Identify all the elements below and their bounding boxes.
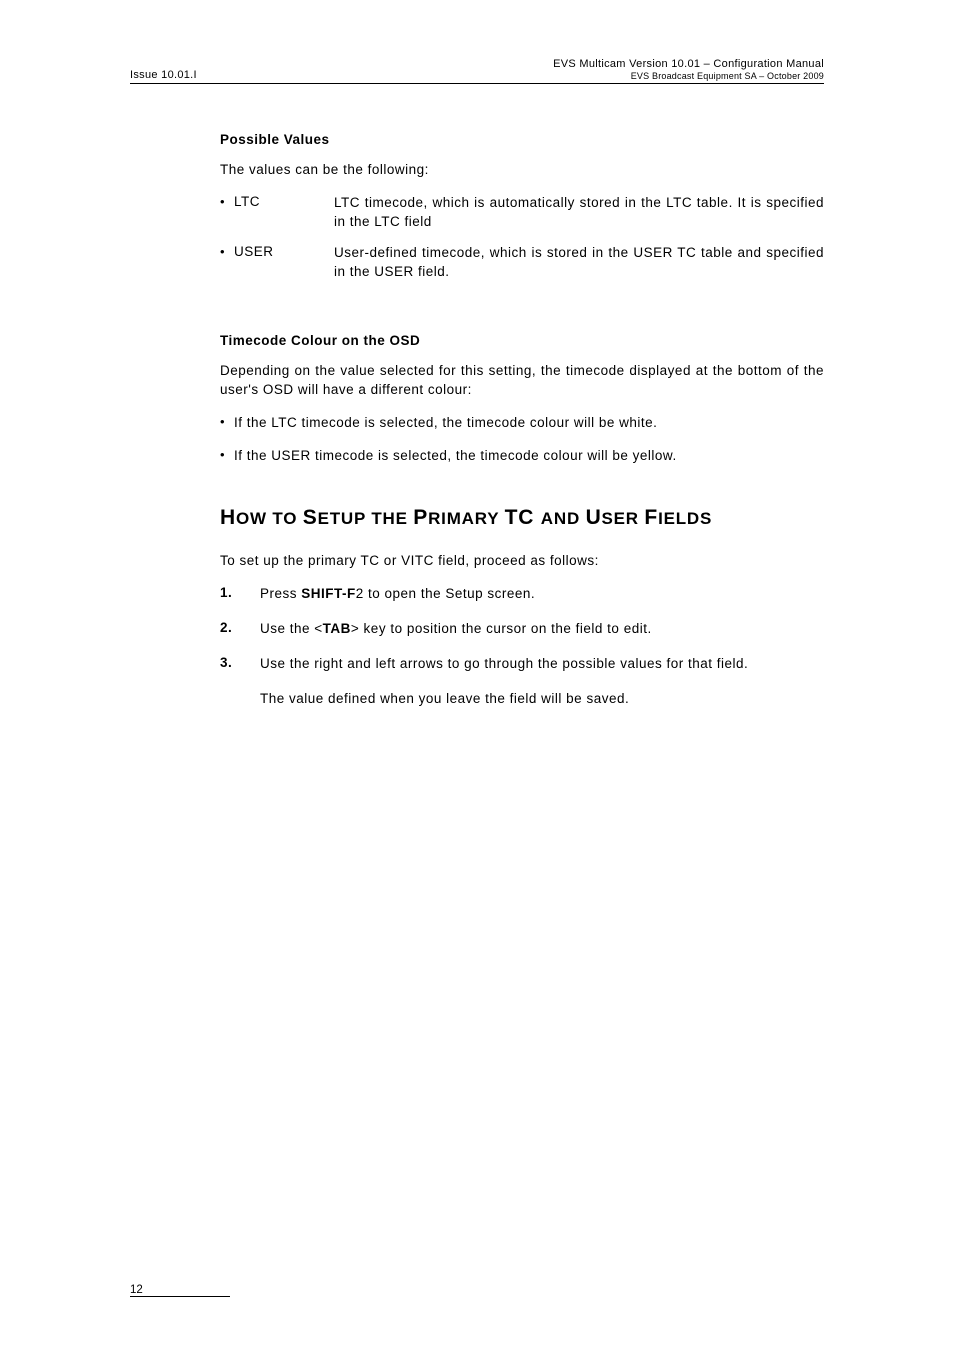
list-item-text: If the LTC timecode is selected, the tim… [234, 414, 824, 433]
step-text: Press SHIFT-F2 to open the Setup screen. [260, 585, 824, 604]
header-subtitle: EVS Broadcast Equipment SA – October 200… [553, 71, 824, 81]
heading-how-to-setup: HOW TO SETUP THE PRIMARY TC AND USER FIE… [220, 506, 824, 530]
intro-timecode-colour: Depending on the value selected for this… [220, 362, 824, 400]
page-number: 12 [130, 1284, 824, 1296]
step-number: 3. [220, 655, 260, 674]
list-item: • If the LTC timecode is selected, the t… [220, 414, 824, 433]
list-item-text: If the USER timecode is selected, the ti… [234, 447, 824, 466]
definition-term: LTC [234, 194, 334, 232]
footer-divider [130, 1296, 230, 1297]
step-text: Use the <TAB> key to position the cursor… [260, 620, 824, 639]
bullet-icon: • [220, 244, 234, 282]
page-header: Issue 10.01.I EVS Multicam Version 10.01… [130, 58, 824, 84]
content: Possible Values The values can be the fo… [130, 132, 824, 708]
step-number: 1. [220, 585, 260, 604]
step-item: 2. Use the <TAB> key to position the cur… [220, 620, 824, 639]
bullet-icon: • [220, 414, 234, 433]
header-issue: Issue 10.01.I [130, 69, 197, 81]
heading-possible-values: Possible Values [220, 132, 824, 147]
header-title: EVS Multicam Version 10.01 – Configurati… [553, 58, 824, 70]
header-right: EVS Multicam Version 10.01 – Configurati… [553, 58, 824, 81]
definition-term: USER [234, 244, 334, 282]
bullet-icon: • [220, 194, 234, 232]
step-number: 2. [220, 620, 260, 639]
definition-description: User-defined timecode, which is stored i… [334, 244, 824, 282]
step-item: 1. Press SHIFT-F2 to open the Setup scre… [220, 585, 824, 604]
step-continuation: The value defined when you leave the fie… [260, 690, 824, 709]
heading-timecode-colour: Timecode Colour on the OSD [220, 333, 824, 348]
intro-possible-values: The values can be the following: [220, 161, 824, 180]
step-text: Use the right and left arrows to go thro… [260, 655, 824, 674]
bullet-icon: • [220, 447, 234, 466]
definition-description: LTC timecode, which is automatically sto… [334, 194, 824, 232]
definition-item: • LTC LTC timecode, which is automatical… [220, 194, 824, 232]
definition-item: • USER User-defined timecode, which is s… [220, 244, 824, 282]
list-item: • If the USER timecode is selected, the … [220, 447, 824, 466]
step-item: 3. Use the right and left arrows to go t… [220, 655, 824, 674]
intro-how-to: To set up the primary TC or VITC field, … [220, 552, 824, 571]
